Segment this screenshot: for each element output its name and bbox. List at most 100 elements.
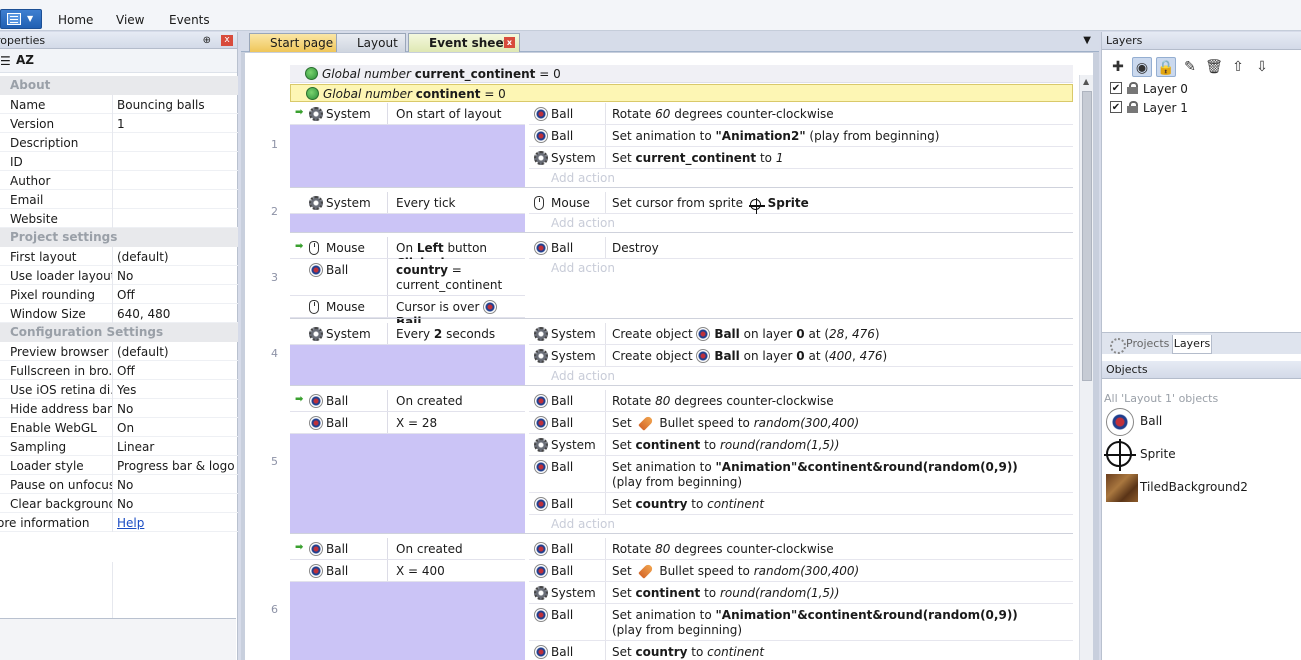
tab-layers[interactable]: Layers: [1172, 335, 1212, 354]
trash-icon[interactable]: 🗑: [1204, 57, 1224, 77]
add-action-button[interactable]: Add action: [529, 515, 1073, 533]
close-icon[interactable]: x: [221, 35, 233, 46]
global-variable-row[interactable]: Global number current_continent = 0: [290, 65, 1073, 83]
tab-start-page[interactable]: Start page: [249, 33, 337, 52]
property-value[interactable]: Off: [117, 364, 135, 378]
pin-icon[interactable]: ⊕: [203, 32, 211, 49]
property-row[interactable]: First layout (default): [0, 247, 238, 266]
property-value[interactable]: Yes: [117, 383, 136, 397]
arrow-down-icon[interactable]: ⇩: [1252, 57, 1272, 77]
action-row[interactable]: System Set current_continent to 1: [529, 147, 1073, 169]
condition-row[interactable]: ➡ Ball On created: [290, 538, 525, 560]
property-value[interactable]: On: [117, 421, 134, 435]
property-category[interactable]: Project settings: [0, 228, 238, 247]
lock-icon[interactable]: [1127, 82, 1138, 94]
condition-row[interactable]: Ball X = 400: [290, 560, 525, 582]
lock-icon[interactable]: [1127, 101, 1138, 113]
property-value[interactable]: (default): [117, 345, 169, 359]
property-value[interactable]: Off: [117, 288, 135, 302]
property-row[interactable]: Use iOS retina di... Yes: [0, 380, 238, 399]
pencil-icon[interactable]: ✎: [1180, 57, 1200, 77]
add-icon[interactable]: ✚: [1108, 57, 1128, 77]
add-action-button[interactable]: Add action: [529, 367, 1073, 385]
sort-alphabetical-icon[interactable]: AZ: [16, 53, 34, 67]
eye-icon[interactable]: ◉: [1132, 57, 1152, 77]
condition-row[interactable]: Ball X = 28: [290, 412, 525, 434]
property-value[interactable]: No: [117, 497, 133, 511]
add-action-button[interactable]: Add action: [529, 169, 1073, 187]
ribbon-tab-view[interactable]: View: [116, 13, 144, 27]
property-value[interactable]: No: [117, 269, 133, 283]
vertical-scrollbar[interactable]: ▲: [1079, 75, 1093, 660]
property-row[interactable]: ID: [0, 152, 238, 171]
condition-row[interactable]: System Every 2 seconds: [290, 323, 525, 345]
ribbon-tab-events[interactable]: Events: [169, 13, 210, 27]
action-row[interactable]: System Set continent to round(random(1,5)…: [529, 582, 1073, 604]
condition-row[interactable]: ➡MouseOn Left button Clicked: [290, 237, 525, 270]
action-row[interactable]: Mouse Set cursor from sprite Sprite: [529, 192, 1073, 214]
tab-event-sheet-1[interactable]: Event sheet 1 x: [408, 33, 520, 68]
global-variable-row[interactable]: Global number continent = 0: [290, 84, 1073, 102]
close-icon[interactable]: x: [504, 37, 515, 48]
layer-visible-checkbox[interactable]: ✔: [1110, 82, 1122, 94]
property-value[interactable]: No: [117, 478, 133, 492]
property-category[interactable]: Configuration Settings: [0, 323, 238, 342]
action-row[interactable]: Ball Destroy: [529, 237, 1073, 259]
condition-row[interactable]: Ball country = current_continent: [290, 259, 525, 296]
scrollbar-thumb[interactable]: [1082, 91, 1092, 381]
add-action-button[interactable]: Add action: [529, 214, 1073, 232]
categorized-icon[interactable]: ☰: [0, 54, 11, 68]
property-row[interactable]: Author: [0, 171, 238, 190]
property-row[interactable]: Enable WebGL On: [0, 418, 238, 437]
action-row[interactable]: System Set continent to round(random(1,5)…: [529, 434, 1073, 456]
condition-row[interactable]: Mouse Cursor is over Ball: [290, 296, 525, 329]
property-row[interactable]: Loader style Progress bar & logo: [0, 456, 238, 475]
scroll-up-icon[interactable]: ▲: [1083, 77, 1089, 86]
property-row[interactable]: Fullscreen in bro... Off: [0, 361, 238, 380]
tab-layout-1[interactable]: Layout 1: [336, 33, 406, 68]
tab-list-dropdown-icon[interactable]: ▼: [1083, 35, 1091, 46]
property-row[interactable]: Website: [0, 209, 238, 228]
property-row[interactable]: Preview browser (default): [0, 342, 238, 361]
property-value[interactable]: (default): [117, 250, 169, 264]
action-row[interactable]: System Create object Ball on layer 0 at (…: [529, 345, 1073, 367]
action-row[interactable]: Ball Set Bullet speed to random(300,400): [529, 412, 1073, 434]
add-action-button[interactable]: Add action: [529, 259, 1073, 277]
action-row[interactable]: Ball Set country to continent: [529, 493, 1073, 515]
condition-row[interactable]: ➡ Ball On created: [290, 390, 525, 412]
property-row[interactable]: Pause on unfocus No: [0, 475, 238, 494]
arrow-up-icon[interactable]: ⇧: [1228, 57, 1248, 77]
property-row[interactable]: Use loader layout No: [0, 266, 238, 285]
tab-projects[interactable]: Projects: [1106, 335, 1172, 354]
action-row[interactable]: Ball Set animation to "Animation"&contine…: [529, 456, 1073, 493]
property-row[interactable]: ore information Help: [0, 513, 238, 532]
property-value[interactable]: Linear: [117, 440, 154, 454]
ribbon-tab-home[interactable]: Home: [58, 13, 93, 27]
property-category[interactable]: About: [0, 76, 238, 95]
property-row[interactable]: Email: [0, 190, 238, 209]
property-row[interactable]: Pixel rounding Off: [0, 285, 238, 304]
condition-row[interactable]: ➡ System On start of layout: [290, 103, 525, 125]
property-value[interactable]: 1: [117, 117, 125, 131]
condition-row[interactable]: System Every tick: [290, 192, 525, 214]
property-row[interactable]: Name Bouncing balls: [0, 95, 238, 114]
app-menu-button[interactable]: ▼: [0, 9, 42, 29]
action-row[interactable]: Ball Set Bullet speed to random(300,400): [529, 560, 1073, 582]
property-row[interactable]: Hide address bar No: [0, 399, 238, 418]
property-row[interactable]: Clear background No: [0, 494, 238, 513]
action-row[interactable]: Ball Set country to continent: [529, 641, 1073, 660]
action-row[interactable]: Ball Set animation to "Animation2" (play …: [529, 125, 1073, 147]
action-row[interactable]: Ball Rotate 80 degrees counter-clockwise: [529, 538, 1073, 560]
action-row[interactable]: System Create object Ball on layer 0 at (…: [529, 323, 1073, 345]
property-row[interactable]: Sampling Linear: [0, 437, 238, 456]
property-value[interactable]: 640, 480: [117, 307, 170, 321]
help-link[interactable]: Help: [117, 516, 144, 530]
action-row[interactable]: Ball Rotate 80 degrees counter-clockwise: [529, 390, 1073, 412]
layer-visible-checkbox[interactable]: ✔: [1110, 101, 1122, 113]
property-value[interactable]: Progress bar & logo: [117, 459, 235, 473]
property-row[interactable]: Description: [0, 133, 238, 152]
property-row[interactable]: Window Size 640, 480: [0, 304, 238, 323]
property-value[interactable]: Bouncing balls: [117, 98, 205, 112]
action-row[interactable]: Ball Set animation to "Animation"&contine…: [529, 604, 1073, 641]
property-value[interactable]: No: [117, 402, 133, 416]
